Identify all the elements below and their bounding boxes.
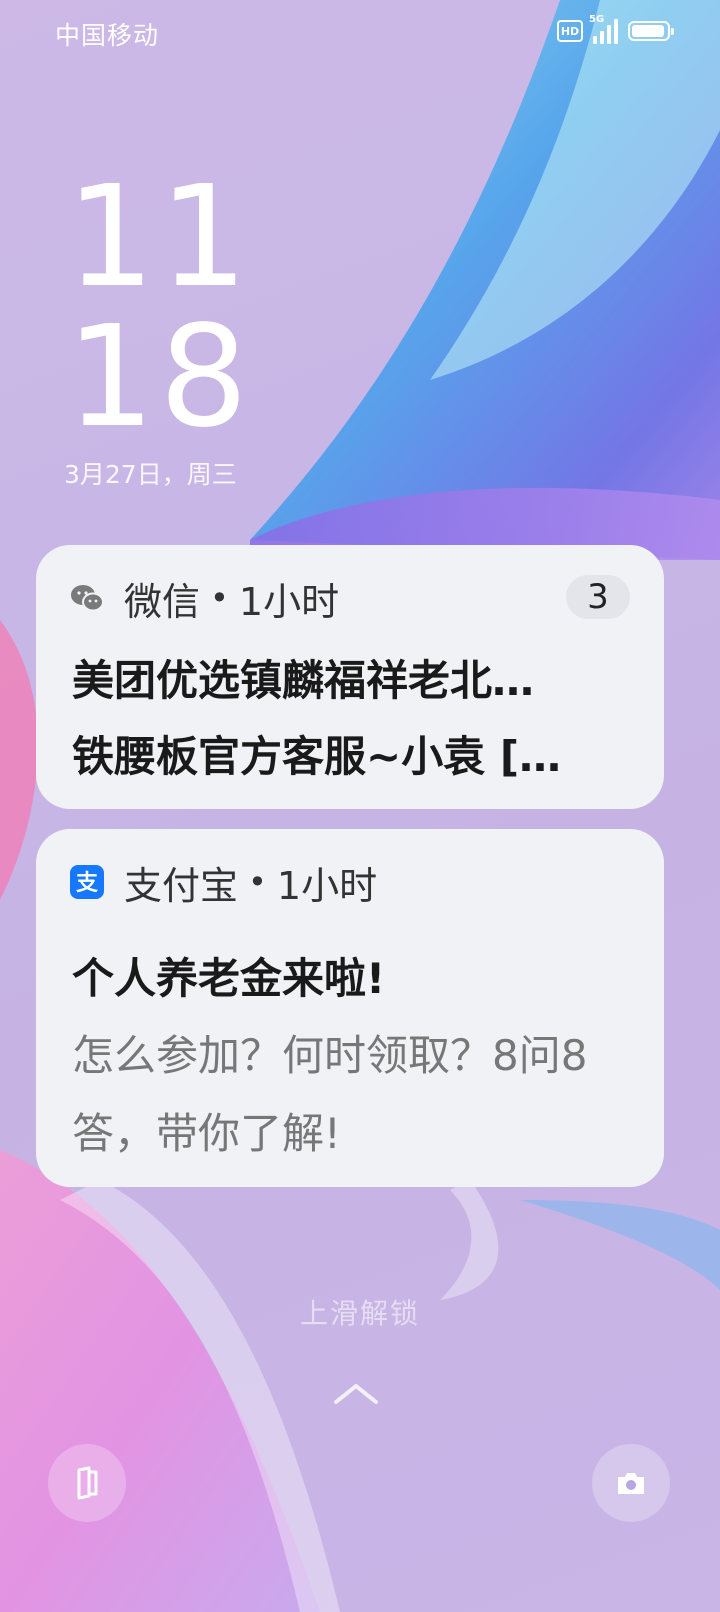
- carrier-label: 中国移动: [55, 21, 160, 50]
- notification-app-name: 支付宝: [124, 863, 239, 908]
- battery-level-fill: [632, 25, 665, 37]
- svg-text:支: 支: [76, 871, 99, 896]
- hd-icon: HD: [557, 20, 583, 42]
- camera-icon: [618, 1473, 644, 1494]
- signal-icon: 5G: [589, 14, 618, 44]
- clock-minute: 18: [66, 296, 253, 459]
- notification-alipay[interactable]: 支 支付宝 • 1小时 个人养老金来啦! 怎么参加？何时领取？8问8答，带你了解…: [36, 829, 664, 1187]
- network-type-label: 5G: [589, 14, 605, 25]
- notification-header: 微信 • 1小时 3: [70, 575, 630, 624]
- notification-header: 支 支付宝 • 1小时: [70, 859, 630, 908]
- wechat-icon: [70, 581, 104, 615]
- notification-body: 怎么参加？何时领取？8问8答，带你了解!: [72, 1031, 588, 1158]
- lock-clock: 11 18: [66, 168, 252, 448]
- chevron-up-icon[interactable]: [330, 1376, 382, 1408]
- notification-line: 美团优选镇麟福祥老北…: [72, 656, 535, 705]
- notification-time: 1小时: [238, 579, 340, 624]
- alipay-icon: 支: [70, 865, 104, 899]
- phone-shortcut-button[interactable]: [48, 1444, 126, 1522]
- notification-app-name: 微信: [124, 579, 201, 624]
- notification-title: 个人养老金来啦!: [72, 954, 386, 1003]
- unlock-hint: 上滑解锁: [299, 1297, 420, 1330]
- battery-icon: [628, 21, 674, 41]
- separator-dot: •: [248, 863, 267, 901]
- separator-dot: •: [210, 579, 229, 617]
- notification-line: 铁腰板官方客服~小袁 […: [72, 732, 562, 781]
- clock-hour: 11: [66, 156, 253, 319]
- notification-wechat[interactable]: 微信 • 1小时 3 美团优选镇麟福祥老北… 铁腰板官方客服~小袁 […: [36, 545, 664, 809]
- status-bar: 中国移动 HD 5G: [0, 0, 720, 66]
- camera-shortcut-button[interactable]: [592, 1444, 670, 1522]
- phone-icon: [77, 1466, 98, 1500]
- lock-date: 3月27日，周三: [64, 460, 237, 489]
- message-count-badge[interactable]: 3: [566, 575, 630, 619]
- notification-time: 1小时: [276, 863, 378, 908]
